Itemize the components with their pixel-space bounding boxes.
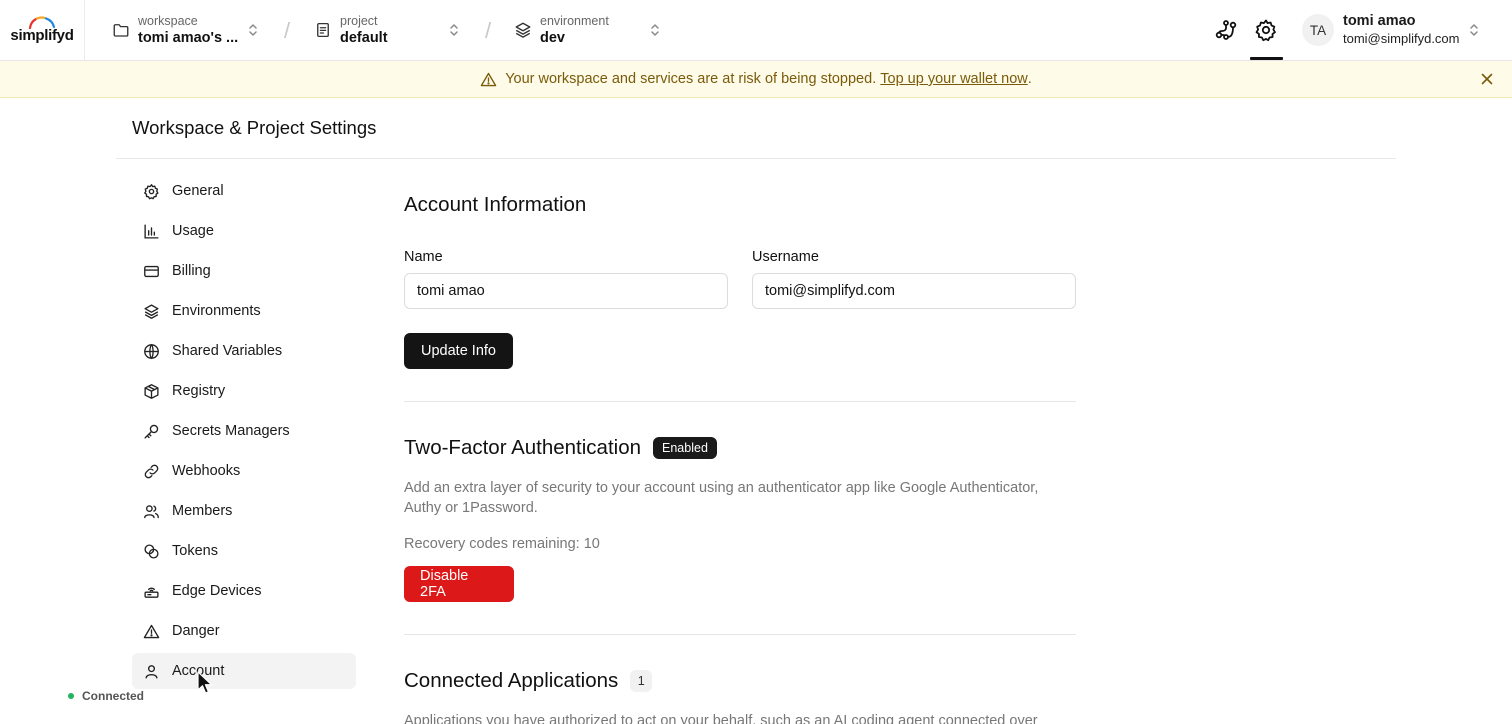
section-title-two-factor: Two-Factor Authentication xyxy=(404,436,642,459)
sidebar-item-danger[interactable]: Danger xyxy=(132,613,356,649)
project-selector[interactable]: project default xyxy=(314,0,388,60)
workspace-label: workspace xyxy=(138,13,198,28)
sidebar-item-label: Shared Variables xyxy=(172,343,283,359)
sidebar-item-usage[interactable]: Usage xyxy=(132,213,356,249)
username-field[interactable]: tomi@simplifyd.com xyxy=(752,273,1076,309)
key-icon xyxy=(143,423,160,440)
chevron-up-down-icon[interactable] xyxy=(1468,22,1480,38)
sidebar-item-edge-devices[interactable]: Edge Devices xyxy=(132,573,356,609)
sidebar-item-label: Tokens xyxy=(172,543,218,559)
environment-label: environment xyxy=(540,13,609,28)
box-icon xyxy=(143,383,160,400)
connection-status: Connected xyxy=(68,689,144,703)
layers-icon xyxy=(143,303,160,320)
recovery-codes-remaining: Recovery codes remaining: 10 xyxy=(404,536,600,552)
layers-icon xyxy=(514,21,532,39)
logo-arc-icon xyxy=(28,16,56,29)
top-bar: simplifyd workspace tomi amao's ... / pr… xyxy=(0,0,1512,61)
sidebar-item-label: Webhooks xyxy=(172,463,241,479)
close-icon[interactable] xyxy=(1480,72,1494,86)
document-icon xyxy=(314,21,332,39)
user-menu[interactable]: TA tomi amao tomi@simplifyd.com xyxy=(1302,12,1460,48)
chevron-up-down-icon[interactable] xyxy=(247,22,259,38)
sidebar-item-label: Members xyxy=(172,503,233,519)
link-icon xyxy=(143,463,160,480)
sidebar-item-general[interactable]: General xyxy=(132,173,356,209)
sidebar-item-registry[interactable]: Registry xyxy=(132,373,356,409)
coins-icon xyxy=(143,543,160,560)
settings-gear-icon[interactable] xyxy=(1250,14,1282,46)
workspace-value: tomi amao's ... xyxy=(138,29,239,46)
two-factor-header: Two-Factor Authentication Enabled xyxy=(404,436,717,460)
brand-name: simplifyd xyxy=(10,26,74,44)
credit-card-icon xyxy=(143,263,160,280)
top-up-link[interactable]: Top up your wallet now xyxy=(880,71,1028,87)
sidebar-item-shared-variables[interactable]: Shared Variables xyxy=(132,333,356,369)
logo[interactable]: simplifyd xyxy=(0,0,85,60)
environment-value: dev xyxy=(540,29,565,46)
chevron-up-down-icon[interactable] xyxy=(448,22,460,38)
user-email: tomi@simplifyd.com xyxy=(1343,31,1460,46)
mouse-cursor-icon xyxy=(197,671,213,694)
bar-chart-icon xyxy=(143,223,160,240)
users-icon xyxy=(143,503,160,520)
sidebar-item-label: Edge Devices xyxy=(172,583,262,599)
sidebar-item-label: General xyxy=(172,183,224,199)
sidebar-item-billing[interactable]: Billing xyxy=(132,253,356,289)
sidebar-item-label: Billing xyxy=(172,263,211,279)
sidebar-item-label: Environments xyxy=(172,303,261,319)
name-field[interactable]: tomi amao xyxy=(404,273,728,309)
sidebar-item-webhooks[interactable]: Webhooks xyxy=(132,453,356,489)
warning-banner: Your workspace and services are at risk … xyxy=(0,61,1512,98)
gear-icon xyxy=(143,183,160,200)
project-label: project xyxy=(340,13,378,28)
section-title-connected-applications: Connected Applications xyxy=(404,669,619,692)
breadcrumb-separator: / xyxy=(485,18,492,43)
environment-selector[interactable]: environment dev xyxy=(514,0,609,60)
user-name: tomi amao xyxy=(1343,13,1416,29)
connected-apps-header: Connected Applications 1 xyxy=(404,669,653,693)
avatar: TA xyxy=(1302,14,1334,46)
sidebar-item-label: Danger xyxy=(172,623,220,639)
sidebar-item-label: Usage xyxy=(172,223,214,239)
divider xyxy=(404,401,1076,402)
warning-icon xyxy=(143,623,160,640)
project-value: default xyxy=(340,29,388,46)
breadcrumb-separator: / xyxy=(284,18,291,43)
divider xyxy=(404,634,1076,635)
username-label: Username xyxy=(752,249,819,265)
banner-message: Your workspace and services are at risk … xyxy=(505,71,877,87)
sidebar-item-secrets-managers[interactable]: Secrets Managers xyxy=(132,413,356,449)
status-dot xyxy=(68,693,74,699)
warning-icon xyxy=(480,71,497,88)
globe-icon xyxy=(143,343,160,360)
active-tab-indicator xyxy=(1250,57,1283,60)
folder-icon xyxy=(112,21,130,39)
chevron-up-down-icon[interactable] xyxy=(649,22,661,38)
connection-status-label: Connected xyxy=(82,689,145,703)
sidebar-item-label: Registry xyxy=(172,383,226,399)
workflow-icon[interactable] xyxy=(1210,14,1242,46)
status-badge: Enabled xyxy=(653,437,717,459)
sidebar-item-members[interactable]: Members xyxy=(132,493,356,529)
edge-device-icon xyxy=(143,583,160,600)
sidebar-item-environments[interactable]: Environments xyxy=(132,293,356,329)
sidebar-item-tokens[interactable]: Tokens xyxy=(132,533,356,569)
sidebar-item-account[interactable]: Account xyxy=(132,653,356,689)
sidebar-item-label: Secrets Managers xyxy=(172,423,290,439)
section-title-account-information: Account Information xyxy=(404,193,587,216)
user-icon xyxy=(143,663,160,680)
workspace-selector[interactable]: workspace tomi amao's ... xyxy=(112,0,238,60)
settings-sidebar: General Usage Billing Environments Share… xyxy=(132,173,356,693)
update-info-button[interactable]: Update Info xyxy=(404,333,513,369)
connected-apps-description: Applications you have authorized to act … xyxy=(404,713,1038,724)
page-title: Workspace & Project Settings xyxy=(132,117,377,138)
two-factor-description: Add an extra layer of security to your a… xyxy=(404,480,1039,516)
banner-suffix: . xyxy=(1027,71,1032,87)
count-badge: 1 xyxy=(630,670,653,692)
disable-2fa-button[interactable]: Disable 2FA xyxy=(404,566,514,602)
divider xyxy=(116,158,1396,159)
name-label: Name xyxy=(404,249,443,265)
